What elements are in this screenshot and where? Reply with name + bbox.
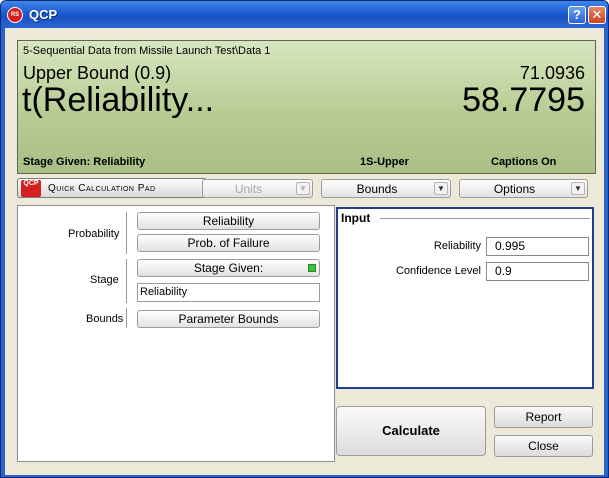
qcp-icon: QCP (21, 180, 41, 197)
calculate-button[interactable]: Calculate (336, 406, 486, 456)
confidence-level-field-label: Confidence Level (395, 265, 481, 277)
stage-given-label: Stage Given: (193, 261, 264, 275)
status-bound-side: 1S-Upper (360, 156, 409, 168)
chevron-down-icon: ▼ (571, 182, 585, 195)
bounds-dropdown[interactable]: Bounds ▼ (321, 179, 451, 198)
input-panel-title: Input (341, 211, 371, 225)
separator (126, 259, 127, 303)
quick-calculation-pad-badge: QCP Quick Calculation Pad (17, 178, 207, 198)
chevron-down-icon: ▼ (434, 182, 448, 195)
units-dropdown[interactable]: Units ▼ (202, 179, 313, 198)
window-title: QCP (29, 7, 58, 22)
units-dropdown-label: Units (234, 182, 263, 196)
status-stage: Stage Given: Reliability (23, 156, 146, 168)
stage-given-button[interactable]: Stage Given: (137, 259, 320, 277)
options-dropdown[interactable]: Options ▼ (459, 179, 588, 198)
qcp-label: Quick Calculation Pad (48, 183, 156, 194)
bounds-dropdown-label: Bounds (356, 182, 398, 196)
status-captions: Captions On (491, 156, 557, 168)
report-button[interactable]: Report (494, 406, 593, 428)
confidence-level-input[interactable]: 0.9 (486, 262, 589, 281)
app-logo-icon: RS (7, 7, 23, 23)
close-window-button[interactable]: ✕ (588, 6, 606, 24)
reliability-button[interactable]: Reliability (137, 212, 320, 230)
parameter-bounds-button[interactable]: Parameter Bounds (137, 310, 320, 328)
close-button[interactable]: Close (494, 435, 593, 457)
stage-indicator-icon (308, 264, 316, 272)
reliability-field-label: Reliability (433, 240, 481, 252)
reliability-input[interactable]: 0.995 (486, 237, 589, 256)
title-divider (380, 218, 590, 219)
bounds-label: Bounds (86, 313, 124, 325)
results-display: 5-Sequential Data from Missile Launch Te… (17, 40, 596, 174)
separator (126, 212, 127, 254)
calculation-options-panel: Probability Reliability Prob. of Failure… (17, 205, 335, 462)
stage-value-field[interactable]: Reliability (137, 283, 320, 302)
result-label: t(Reliability... (22, 81, 215, 119)
result-value: 58.7795 (462, 81, 585, 119)
options-dropdown-label: Options (493, 182, 536, 196)
prob-of-failure-button[interactable]: Prob. of Failure (137, 234, 320, 252)
help-button[interactable]: ? (568, 6, 586, 24)
title-bar[interactable]: RS QCP ? ✕ (1, 1, 608, 28)
stage-label: Stage (90, 274, 119, 286)
chevron-down-icon: ▼ (296, 182, 310, 195)
data-source-path: 5-Sequential Data from Missile Launch Te… (23, 45, 271, 57)
client-area: 5-Sequential Data from Missile Launch Te… (5, 28, 604, 475)
input-panel: Input Reliability 0.995 Confidence Level… (336, 207, 594, 389)
probability-label: Probability (68, 228, 120, 240)
qcp-window: RS QCP ? ✕ 5-Sequential Data from Missil… (0, 0, 609, 478)
separator (126, 308, 127, 328)
